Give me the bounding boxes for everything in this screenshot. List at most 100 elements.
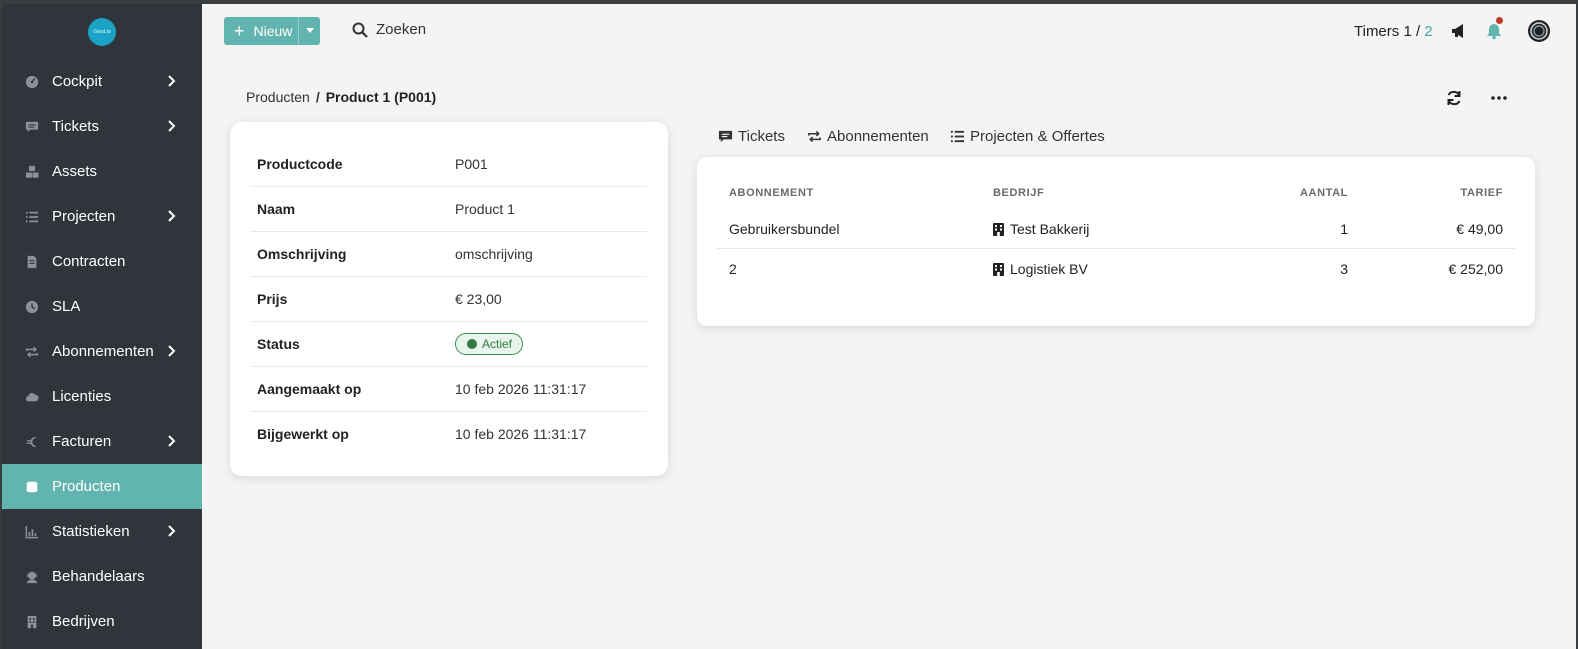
cubes-icon bbox=[24, 164, 40, 180]
detail-row-prijs: Prijs € 23,00 bbox=[250, 277, 647, 322]
detail-label: Aangemaakt op bbox=[257, 381, 362, 397]
detail-value: 10 feb 2026 11:31:17 bbox=[455, 426, 587, 442]
company-name: Logistiek BV bbox=[1010, 261, 1088, 277]
detail-value: Product 1 bbox=[455, 201, 515, 217]
breadcrumb-separator: / bbox=[315, 89, 320, 105]
sidebar-item-tickets[interactable]: Tickets bbox=[2, 104, 202, 149]
new-button[interactable]: + Nieuw bbox=[224, 17, 320, 45]
bell-icon[interactable] bbox=[1485, 22, 1503, 40]
tab-label: Projecten & Offertes bbox=[970, 128, 1105, 145]
company-name: Test Bakkerij bbox=[1010, 221, 1090, 237]
sidebar-item-licenties[interactable]: Licenties bbox=[2, 374, 202, 419]
detail-row-status: Status Actief bbox=[250, 322, 647, 367]
cell-aantal: 1 bbox=[1340, 221, 1348, 237]
app-window: Gesd.io Cockpit Tickets Assets Projecten… bbox=[2, 4, 1576, 649]
breadcrumb-current: Product 1 (P001) bbox=[325, 89, 437, 105]
chevron-right-icon bbox=[168, 345, 176, 357]
detail-label: Naam bbox=[257, 201, 296, 217]
building-icon bbox=[993, 263, 1004, 276]
detail-label: Productcode bbox=[257, 156, 343, 172]
detail-label: Prijs bbox=[257, 291, 288, 307]
sidebar-item-bedrijven[interactable]: Bedrijven bbox=[2, 599, 202, 644]
sidebar-item-assets[interactable]: Assets bbox=[2, 149, 202, 194]
column-header-abonnement[interactable]: ABONNEMENT bbox=[729, 187, 814, 199]
logo-text: Gesd.io bbox=[93, 29, 111, 35]
list-icon bbox=[24, 209, 40, 225]
box-icon bbox=[24, 479, 40, 495]
sidebar-item-projecten[interactable]: Projecten bbox=[2, 194, 202, 239]
sidebar: Gesd.io Cockpit Tickets Assets Projecten… bbox=[2, 4, 202, 649]
sidebar-item-label: Licenties bbox=[52, 388, 112, 405]
app-logo[interactable]: Gesd.io bbox=[88, 18, 116, 46]
list-icon bbox=[950, 130, 965, 143]
sidebar-item-label: Projecten bbox=[52, 208, 116, 225]
chevron-right-icon bbox=[168, 435, 176, 447]
breadcrumb: Producten / Product 1 (P001) bbox=[246, 89, 436, 105]
check-circle-icon bbox=[467, 339, 477, 349]
sidebar-item-label: Behandelaars bbox=[52, 568, 145, 585]
table-row[interactable]: Gebruikersbundel Test Bakkerij 1 € 49,00 bbox=[717, 209, 1515, 249]
headset-icon bbox=[24, 569, 40, 585]
cell-abonnement[interactable]: Gebruikersbundel bbox=[729, 221, 840, 237]
tab-abonnementen[interactable]: Abonnementen bbox=[803, 128, 933, 160]
column-header-bedrijf[interactable]: BEDRIJF bbox=[993, 187, 1044, 199]
plus-icon: + bbox=[234, 21, 245, 41]
megaphone-icon[interactable] bbox=[1450, 22, 1468, 40]
sidebar-item-label: SLA bbox=[52, 298, 81, 315]
sidebar-item-abonnementen[interactable]: Abonnementen bbox=[2, 329, 202, 374]
avatar[interactable] bbox=[1527, 19, 1551, 43]
refresh-icon[interactable] bbox=[1445, 89, 1463, 107]
sidebar-item-statistieken[interactable]: Statistieken bbox=[2, 509, 202, 554]
cell-tarief: € 252,00 bbox=[1448, 261, 1504, 277]
cell-bedrijf[interactable]: Test Bakkerij bbox=[993, 221, 1089, 237]
cell-abonnement[interactable]: 2 bbox=[729, 261, 737, 277]
status-badge-label: Actief bbox=[482, 337, 513, 351]
sidebar-item-sla[interactable]: SLA bbox=[2, 284, 202, 329]
table-row[interactable]: 2 Logistiek BV 3 € 252,00 bbox=[717, 249, 1515, 289]
column-header-tarief[interactable]: TARIEF bbox=[1460, 187, 1503, 199]
detail-value: € 23,00 bbox=[455, 291, 502, 307]
sidebar-item-label: Tickets bbox=[52, 118, 99, 135]
chevron-right-icon bbox=[168, 525, 176, 537]
search-label: Zoeken bbox=[376, 21, 427, 38]
comment-icon bbox=[718, 130, 733, 143]
sidebar-item-producten[interactable]: Producten bbox=[2, 464, 202, 509]
cell-bedrijf[interactable]: Logistiek BV bbox=[993, 261, 1088, 277]
sidebar-item-label: Assets bbox=[52, 163, 98, 180]
more-options-icon[interactable] bbox=[1490, 89, 1508, 107]
cell-tarief: € 49,00 bbox=[1456, 221, 1503, 237]
subscriptions-table: ABONNEMENT BEDRIJF AANTAL TARIEF Gebruik… bbox=[697, 157, 1535, 326]
cloud-icon bbox=[24, 389, 40, 405]
sidebar-item-label: Statistieken bbox=[52, 523, 130, 540]
product-details-card: Productcode P001 Naam Product 1 Omschrij… bbox=[230, 122, 668, 476]
sidebar-item-facturen[interactable]: Facturen bbox=[2, 419, 202, 464]
euro-icon bbox=[24, 434, 40, 450]
breadcrumb-parent[interactable]: Producten bbox=[246, 89, 310, 105]
detail-label: Omschrijving bbox=[257, 246, 347, 262]
detail-row-omschrijving: Omschrijving omschrijving bbox=[250, 232, 647, 277]
chevron-right-icon bbox=[168, 120, 176, 132]
sidebar-item-label: Cockpit bbox=[52, 73, 103, 90]
timers-indicator[interactable]: Timers 1 / 2 bbox=[1354, 23, 1433, 40]
timers-label: Timers 1 / bbox=[1354, 23, 1421, 40]
new-dropdown-toggle[interactable] bbox=[298, 17, 320, 45]
sidebar-item-behandelaars[interactable]: Behandelaars bbox=[2, 554, 202, 599]
sidebar-item-cockpit[interactable]: Cockpit bbox=[2, 59, 202, 104]
detail-row-bijgewerkt: Bijgewerkt op 10 feb 2026 11:31:17 bbox=[250, 412, 647, 457]
column-header-aantal[interactable]: AANTAL bbox=[1300, 187, 1348, 199]
file-contract-icon bbox=[24, 254, 40, 270]
search-icon bbox=[352, 22, 368, 38]
chevron-right-icon bbox=[168, 75, 176, 87]
detail-row-naam: Naam Product 1 bbox=[250, 187, 647, 232]
search-trigger[interactable]: Zoeken bbox=[352, 21, 426, 38]
tab-tickets[interactable]: Tickets bbox=[718, 128, 785, 160]
sidebar-item-label: Contracten bbox=[52, 253, 126, 270]
sidebar-item-contracten[interactable]: Contracten bbox=[2, 239, 202, 284]
comment-icon bbox=[24, 119, 40, 135]
chevron-right-icon bbox=[168, 210, 176, 222]
detail-value: P001 bbox=[455, 156, 488, 172]
chart-icon bbox=[24, 524, 40, 540]
tab-projecten-offertes[interactable]: Projecten & Offertes bbox=[950, 128, 1105, 160]
repeat-icon bbox=[24, 344, 40, 360]
cell-aantal: 3 bbox=[1340, 261, 1348, 277]
